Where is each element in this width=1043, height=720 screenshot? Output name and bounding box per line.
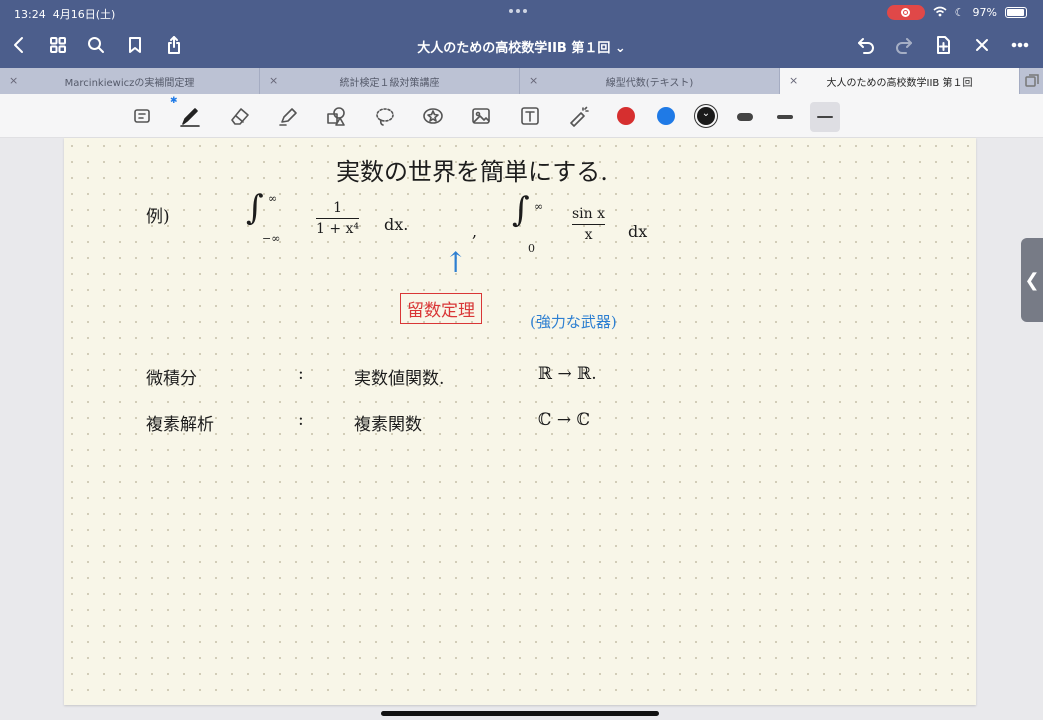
- example-label: 例): [146, 207, 170, 227]
- status-right: ☾ 97%: [886, 5, 1027, 20]
- stroke-thick[interactable]: [730, 102, 760, 132]
- colon: :: [298, 410, 304, 430]
- sticker-icon[interactable]: [419, 102, 447, 130]
- highlighter-icon[interactable]: [274, 102, 302, 130]
- redo-icon[interactable]: [893, 34, 915, 56]
- integral-sign: ∫: [246, 188, 264, 228]
- tab-close-icon[interactable]: ×: [269, 74, 278, 87]
- complex-function: 複素関数: [354, 415, 422, 435]
- note-heading: 実数の世界を簡単にする.: [336, 158, 608, 186]
- eraser-icon[interactable]: [226, 102, 254, 130]
- undo-icon[interactable]: [855, 34, 877, 56]
- moon-icon: ☾: [954, 6, 965, 19]
- up-arrow-annotation: ↑: [444, 246, 468, 279]
- text-tool-icon[interactable]: [516, 102, 544, 130]
- color-swatch-black[interactable]: [697, 107, 715, 125]
- battery-icon: [1005, 7, 1027, 18]
- status-time: 13:24 4月16日(土): [14, 8, 116, 21]
- shapes-icon[interactable]: [322, 102, 350, 130]
- laser-pointer-icon[interactable]: [564, 102, 592, 130]
- differential: dx: [628, 222, 648, 241]
- screen-recording-icon[interactable]: [886, 5, 925, 20]
- canvas-area[interactable]: 実数の世界を簡単にする. 例) ∫ ∞ −∞ 11 + x⁴ dx. , ∫ ∞…: [0, 138, 1043, 720]
- colon: :: [298, 364, 304, 384]
- battery-percent: 97%: [972, 6, 997, 19]
- differential: dx.: [384, 215, 409, 234]
- tab-bar: × Marcinkiewiczの実補間定理 × 統計検定１級対策講座 × 線型代…: [0, 68, 1043, 94]
- lasso-icon[interactable]: [371, 102, 399, 130]
- integral-lower-limit: −∞: [262, 232, 281, 245]
- tab-linear-algebra[interactable]: × 線型代数(テキスト): [520, 68, 780, 94]
- color-swatch-blue[interactable]: [657, 107, 675, 125]
- complex-mapping: ℂ → ℂ: [538, 410, 591, 430]
- integral-sign: ∫: [512, 190, 530, 230]
- home-indicator[interactable]: [381, 711, 659, 716]
- tab-overview-icon[interactable]: [1020, 68, 1043, 94]
- top-bar: 13:24 4月16日(土) ☾ 97% 大人のための高校数学IIB 第１回 ⌄: [0, 0, 1043, 68]
- close-icon[interactable]: [971, 34, 993, 56]
- wifi-icon: [933, 6, 947, 20]
- tab-close-icon[interactable]: ×: [789, 74, 798, 87]
- tab-marcinkiewicz[interactable]: × Marcinkiewiczの実補間定理: [0, 68, 260, 94]
- pen-icon[interactable]: [176, 102, 204, 130]
- integral-upper-limit: ∞: [534, 200, 544, 213]
- subject-calculus: 微積分: [146, 369, 197, 389]
- lasso-select-icon[interactable]: [128, 102, 156, 130]
- tab-close-icon[interactable]: ×: [529, 74, 538, 87]
- note-page[interactable]: 実数の世界を簡単にする. 例) ∫ ∞ −∞ 11 + x⁴ dx. , ∫ ∞…: [64, 138, 976, 705]
- subject-complex-analysis: 複素解析: [146, 415, 214, 435]
- real-mapping: ℝ → ℝ.: [538, 364, 597, 384]
- stroke-medium[interactable]: [770, 102, 800, 132]
- tab-close-icon[interactable]: ×: [9, 74, 18, 87]
- fraction: 11 + x⁴: [316, 200, 360, 237]
- color-swatch-red[interactable]: [617, 107, 635, 125]
- drawing-toolbar: ✱: [0, 94, 1043, 138]
- real-valued-function: 実数値関数.: [354, 369, 445, 389]
- integral-lower-limit: 0: [528, 242, 535, 255]
- fraction: sin xx: [572, 206, 606, 243]
- more-icon[interactable]: [1009, 34, 1031, 56]
- add-page-icon[interactable]: [932, 34, 954, 56]
- tab-statistics[interactable]: × 統計検定１級対策講座: [260, 68, 520, 94]
- theorem-note: (強力な武器): [530, 313, 617, 331]
- comma: ,: [472, 222, 478, 241]
- integral-upper-limit: ∞: [268, 192, 278, 205]
- image-icon[interactable]: [467, 102, 495, 130]
- tab-math-iib[interactable]: × 大人のための高校数学IIB 第１回: [780, 68, 1020, 94]
- document-title[interactable]: 大人のための高校数学IIB 第１回 ⌄: [0, 37, 1043, 56]
- stroke-thin[interactable]: [810, 102, 840, 132]
- residue-theorem-box: 留数定理: [400, 293, 482, 324]
- multitasking-dots[interactable]: [509, 9, 527, 13]
- side-panel-handle[interactable]: ❮: [1021, 238, 1043, 322]
